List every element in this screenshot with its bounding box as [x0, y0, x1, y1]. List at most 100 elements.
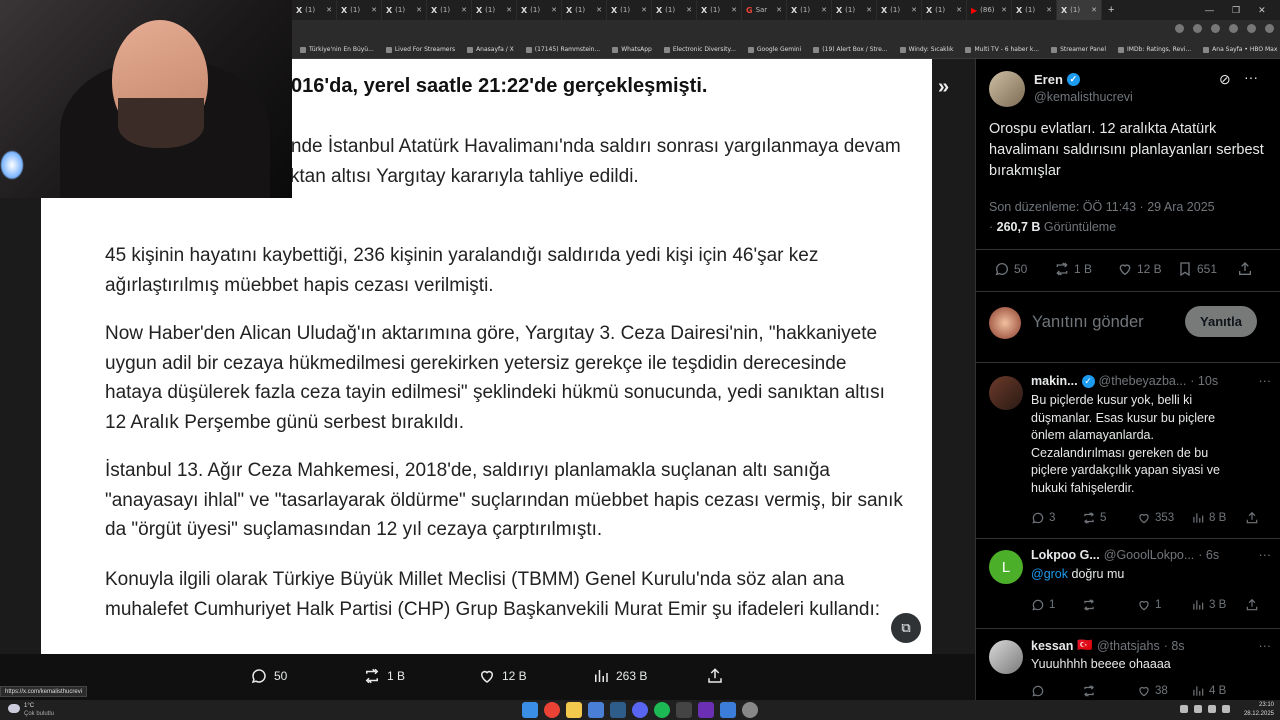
media-reply-button[interactable]: 50: [250, 667, 287, 685]
close-tab-icon[interactable]: ✕: [506, 6, 512, 14]
spotify-icon[interactable]: [654, 702, 670, 718]
comment-share-button[interactable]: [1245, 511, 1259, 525]
close-tab-icon[interactable]: ✕: [596, 6, 602, 14]
browser-tab[interactable]: X (1) ✕: [787, 0, 832, 20]
bookmark-star-icon[interactable]: [1211, 24, 1220, 33]
browser-tab[interactable]: X (1) ✕: [427, 0, 472, 20]
more-options-icon[interactable]: ···: [1244, 69, 1258, 85]
browser-tab[interactable]: X (1) ✕: [1057, 0, 1102, 20]
maximize-icon[interactable]: ❐: [1232, 5, 1240, 16]
chrome-icon[interactable]: [544, 702, 560, 718]
author-avatar[interactable]: [989, 71, 1025, 107]
app-icon[interactable]: [720, 702, 736, 718]
close-tab-icon[interactable]: ✕: [1001, 6, 1007, 14]
reply-button[interactable]: 50: [994, 261, 1027, 277]
new-tab-button[interactable]: +: [1108, 4, 1114, 16]
close-tab-icon[interactable]: ✕: [461, 6, 467, 14]
obs-icon[interactable]: [676, 702, 692, 718]
close-tab-icon[interactable]: ✕: [326, 6, 332, 14]
close-tab-icon[interactable]: ✕: [551, 6, 557, 14]
comment-item[interactable]: makin... ✓ @thebeyazba... · 10s ··· Bu p…: [976, 372, 1280, 532]
minimize-icon[interactable]: —: [1205, 5, 1214, 15]
comment-views-button[interactable]: 8 B: [1191, 511, 1226, 525]
browser-tab[interactable]: X (1) ✕: [517, 0, 562, 20]
close-tab-icon[interactable]: ✕: [731, 6, 737, 14]
more-options-icon[interactable]: ···: [1259, 548, 1272, 562]
commenter-handle[interactable]: @thatsjahs: [1097, 639, 1160, 653]
grok-icon[interactable]: ⊘: [1219, 71, 1231, 88]
close-tab-icon[interactable]: ✕: [1091, 6, 1097, 14]
commenter-avatar[interactable]: [989, 376, 1023, 410]
more-options-icon[interactable]: ···: [1259, 374, 1272, 388]
comment-repost-button[interactable]: [1082, 684, 1096, 698]
author-handle[interactable]: @kemalisthucrevi: [1034, 90, 1133, 104]
media-like-button[interactable]: 12 B: [478, 667, 527, 685]
comment-share-button[interactable]: [1245, 598, 1259, 612]
comment-views-button[interactable]: 3 B: [1191, 598, 1226, 612]
commenter-name[interactable]: Lokpoo G...: [1031, 548, 1100, 562]
browser-tab[interactable]: X (1) ✕: [877, 0, 922, 20]
comment-item[interactable]: kessan 🇹🇷 @thatsjahs · 8s ··· Yuuuhhhh b…: [976, 636, 1280, 700]
close-tab-icon[interactable]: ✕: [686, 6, 692, 14]
close-tab-icon[interactable]: ✕: [371, 6, 377, 14]
start-icon[interactable]: [522, 702, 538, 718]
system-clock[interactable]: 23:10 28.12.2025: [1244, 701, 1274, 719]
comment-views-button[interactable]: 4 B: [1191, 684, 1226, 698]
folder-icon[interactable]: [566, 702, 582, 718]
weather-widget[interactable]: 1°C Çok bulutlu: [8, 702, 54, 718]
media-share-button[interactable]: [706, 667, 724, 685]
browser-tab[interactable]: X (1) ✕: [607, 0, 652, 20]
network-icon[interactable]: [1194, 705, 1202, 713]
bookmark-item[interactable]: Lived For Streamers: [385, 46, 455, 53]
browser-tab[interactable]: X (1) ✕: [922, 0, 967, 20]
commenter-name[interactable]: kessan: [1031, 639, 1073, 653]
bookmark-item[interactable]: Streamer Panel: [1051, 46, 1106, 53]
browser-tab[interactable]: X (1) ✕: [472, 0, 517, 20]
comment-item[interactable]: L Lokpoo G... @GooolLokpo... · 6s ··· @g…: [976, 546, 1280, 626]
bookmark-item[interactable]: (17145) Rammstein...: [525, 46, 600, 53]
bookmark-item[interactable]: Google Gemini: [747, 46, 801, 53]
bookmark-item[interactable]: Multi TV - 6 haber k...: [965, 46, 1039, 53]
app-icon[interactable]: [742, 702, 758, 718]
browser-tab[interactable]: X (1) ✕: [292, 0, 337, 20]
bookmark-button[interactable]: 651: [1177, 261, 1217, 277]
close-tab-icon[interactable]: ✕: [821, 6, 827, 14]
extensions-icon[interactable]: [1229, 24, 1238, 33]
bookmark-item[interactable]: Türkiye'nin En Büyü...: [300, 46, 374, 53]
bookmark-item[interactable]: Ana Sayfa • HBO Max: [1203, 46, 1277, 53]
close-tab-icon[interactable]: ✕: [956, 6, 962, 14]
comment-reply-button[interactable]: [1031, 684, 1045, 698]
browser-tab[interactable]: X (1) ✕: [652, 0, 697, 20]
browser-tab[interactable]: ▶ (86) ✕: [967, 0, 1012, 20]
more-options-icon[interactable]: ···: [1259, 639, 1272, 653]
commenter-handle[interactable]: @thebeyazba...: [1099, 374, 1187, 388]
media-views-button[interactable]: 263 B: [592, 667, 647, 685]
menu-icon[interactable]: [1265, 24, 1274, 33]
bookmark-item[interactable]: (19) Alert Box / Stre...: [813, 46, 888, 53]
close-tab-icon[interactable]: ✕: [1046, 6, 1052, 14]
comment-like-button[interactable]: 1: [1137, 598, 1161, 612]
browser-tab[interactable]: G Sar ✕: [742, 0, 787, 20]
comment-reply-button[interactable]: 1: [1031, 598, 1055, 612]
bookmark-item[interactable]: Anasayfa / X: [467, 46, 514, 53]
app-icon[interactable]: [588, 702, 604, 718]
close-tab-icon[interactable]: ✕: [866, 6, 872, 14]
comment-like-button[interactable]: 353: [1137, 511, 1174, 525]
browser-tab[interactable]: X (1) ✕: [382, 0, 427, 20]
commenter-avatar[interactable]: L: [989, 550, 1023, 584]
profile-icon[interactable]: [1247, 24, 1256, 33]
close-window-icon[interactable]: ✕: [1258, 5, 1266, 16]
close-tab-icon[interactable]: ✕: [776, 6, 782, 14]
post-edited[interactable]: Son düzenleme: ÖÖ 11:43 · 29 Ara 2025: [989, 197, 1259, 217]
comment-repost-button[interactable]: 5: [1082, 511, 1106, 525]
steam-icon[interactable]: [610, 702, 626, 718]
address-bar[interactable]: [292, 20, 1280, 41]
collapse-panel-icon[interactable]: »: [938, 76, 949, 99]
share-icon[interactable]: [1193, 24, 1202, 33]
reply-submit-button[interactable]: Yanıtla: [1185, 306, 1257, 337]
comment-reply-button[interactable]: 3: [1031, 511, 1055, 525]
discord-icon[interactable]: [632, 702, 648, 718]
mention-link[interactable]: @grok: [1031, 567, 1068, 581]
commenter-handle[interactable]: @GooolLokpo...: [1104, 548, 1195, 562]
image-search-button[interactable]: ⧉: [891, 613, 921, 643]
